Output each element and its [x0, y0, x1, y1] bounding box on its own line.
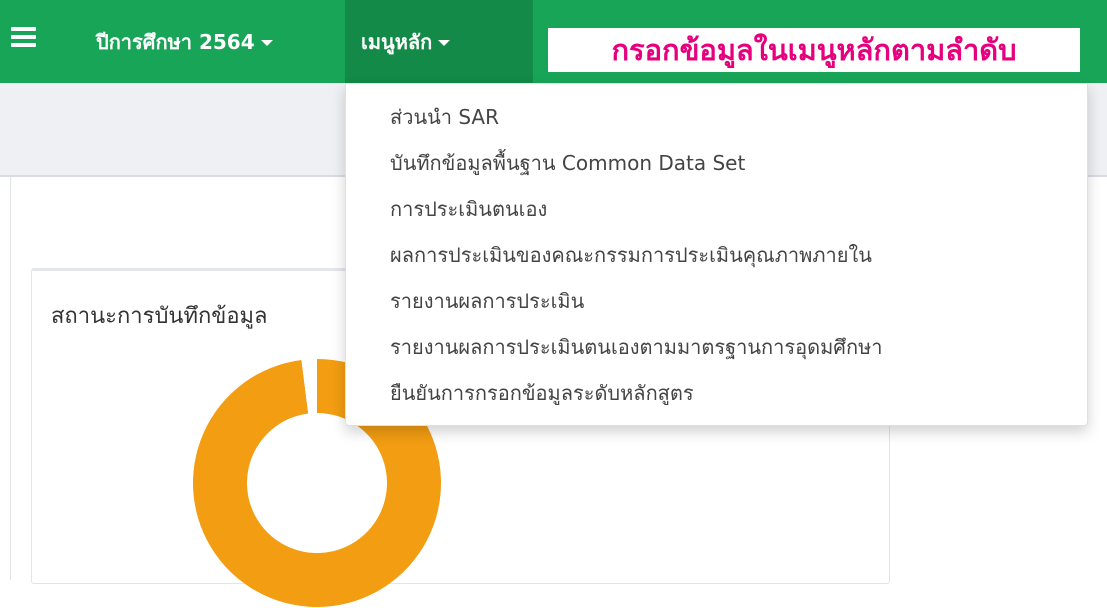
menu-item-committee-results[interactable]: ผลการประเมินของคณะกรรมการประเมินคุณภาพภา… [346, 232, 1087, 278]
menu-item-sar-intro[interactable]: ส่วนนำ SAR [346, 94, 1087, 140]
academic-year-dropdown[interactable]: ปีการศึกษา 2564 [80, 0, 289, 83]
instruction-banner: กรอกข้อมูลในเมนูหลักตามลำดับ [548, 28, 1080, 72]
main-menu-label: เมนูหลัก [361, 29, 433, 54]
menu-item-assessment-report[interactable]: รายงานผลการประเมิน [346, 278, 1087, 324]
side-panel [888, 432, 1107, 580]
academic-year-label: ปีการศึกษา 2564 [96, 29, 255, 54]
menu-item-confirm-program-data[interactable]: ยืนยันการกรอกข้อมูลระดับหลักสูตร [346, 370, 1087, 416]
main-menu-dropdown-list: ส่วนนำ SAR บันทึกข้อมูลพื้นฐาน Common Da… [345, 83, 1088, 426]
top-navbar: ปีการศึกษา 2564 เมนูหลัก กรอกข้อมูลในเมน… [0, 0, 1107, 83]
menu-item-self-assessment[interactable]: การประเมินตนเอง [346, 186, 1087, 232]
chevron-down-icon [260, 40, 273, 46]
chevron-down-icon [438, 40, 451, 46]
main-menu-dropdown[interactable]: เมนูหลัก [345, 0, 533, 83]
menu-item-common-data-set[interactable]: บันทึกข้อมูลพื้นฐาน Common Data Set [346, 140, 1087, 186]
menu-item-higher-ed-standard-report[interactable]: รายงานผลการประเมินตนเองตามมาตรฐานการอุดม… [346, 324, 1087, 370]
card-title: สถานะการบันทึกข้อมูล [51, 304, 268, 329]
hamburger-menu-icon[interactable] [11, 27, 36, 47]
